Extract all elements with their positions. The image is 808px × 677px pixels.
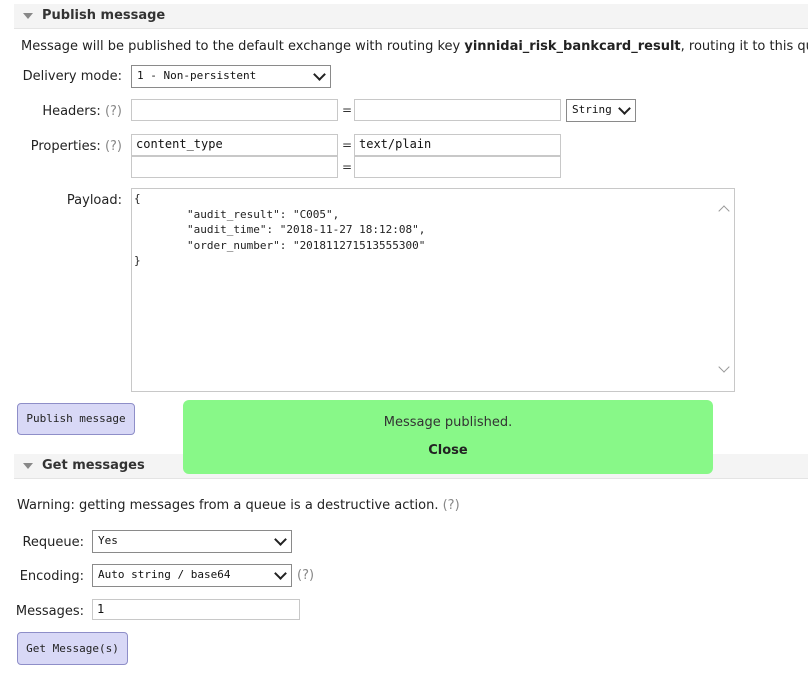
encoding-help-link[interactable]: (?): [297, 568, 314, 583]
chevron-down-icon: [274, 533, 287, 546]
payload-label: Payload:: [66, 193, 122, 208]
publish-message-button[interactable]: Publish message: [17, 403, 135, 435]
toast-message: Message published.: [383, 415, 513, 430]
collapse-triangle-icon: [23, 463, 33, 469]
messages-label: Messages:: [15, 604, 84, 619]
delivery-mode-value: 1 - Non-persistent: [137, 69, 257, 82]
property-value-input-1[interactable]: text/plain: [354, 134, 561, 156]
requeue-select[interactable]: Yes: [92, 530, 292, 553]
property-key-input-1[interactable]: content_type: [131, 134, 338, 156]
headers-value-input[interactable]: [354, 99, 561, 121]
properties-help-link[interactable]: (?): [105, 139, 122, 154]
scroll-down-icon[interactable]: [718, 361, 730, 373]
payload-textarea[interactable]: { "audit_result": "C005", "audit_time": …: [131, 188, 735, 392]
collapse-triangle-icon: [23, 13, 33, 19]
property-key-input-2[interactable]: [131, 156, 338, 178]
get-section-title: Get messages: [42, 458, 145, 473]
requeue-label: Requeue:: [22, 535, 84, 550]
headers-key-input[interactable]: [131, 99, 338, 121]
headers-label: Headers:: [42, 104, 101, 119]
get-messages-button[interactable]: Get Message(s): [17, 632, 128, 665]
property-equals-2: =: [342, 160, 353, 174]
requeue-value: Yes: [98, 534, 118, 547]
headers-help-link[interactable]: (?): [105, 104, 122, 119]
get-warning-row: Warning: getting messages from a queue i…: [17, 498, 460, 513]
publish-section-header[interactable]: Publish message: [14, 4, 808, 29]
publish-intro-suffix: , routing it to this queue.: [680, 39, 808, 54]
encoding-value: Auto string / base64: [98, 568, 231, 581]
scroll-up-icon[interactable]: [718, 205, 730, 217]
chevron-down-icon: [618, 102, 631, 115]
chevron-down-icon: [313, 68, 326, 81]
encoding-select[interactable]: Auto string / base64: [92, 564, 292, 587]
chevron-down-icon: [274, 567, 287, 580]
encoding-label: Encoding:: [19, 569, 84, 584]
property-value-input-2[interactable]: [354, 156, 561, 178]
payload-text: { "audit_result": "C005", "audit_time": …: [134, 192, 426, 267]
publish-intro-prefix: Message will be published to the default…: [21, 39, 465, 54]
headers-type-select[interactable]: String: [566, 99, 636, 122]
publish-section-title: Publish message: [42, 8, 166, 23]
property-equals-1: =: [342, 138, 353, 152]
properties-label-row: Properties: (?): [14, 139, 122, 154]
delivery-mode-select[interactable]: 1 - Non-persistent: [131, 65, 331, 88]
headers-type-value: String: [572, 103, 612, 116]
routing-key: yinnidai_risk_bankcard_result: [464, 39, 681, 54]
message-published-toast: Message published. Close: [183, 400, 713, 474]
properties-label: Properties:: [30, 139, 101, 154]
delivery-mode-label: Delivery mode:: [22, 69, 122, 84]
messages-input[interactable]: 1: [92, 599, 300, 620]
get-warning: Warning: getting messages from a queue i…: [17, 498, 439, 513]
headers-equals: =: [342, 103, 353, 117]
publish-intro: Message will be published to the default…: [21, 39, 808, 54]
toast-close-button[interactable]: Close: [183, 443, 713, 458]
get-warning-help-link[interactable]: (?): [443, 498, 460, 513]
headers-label-row: Headers: (?): [14, 104, 122, 119]
